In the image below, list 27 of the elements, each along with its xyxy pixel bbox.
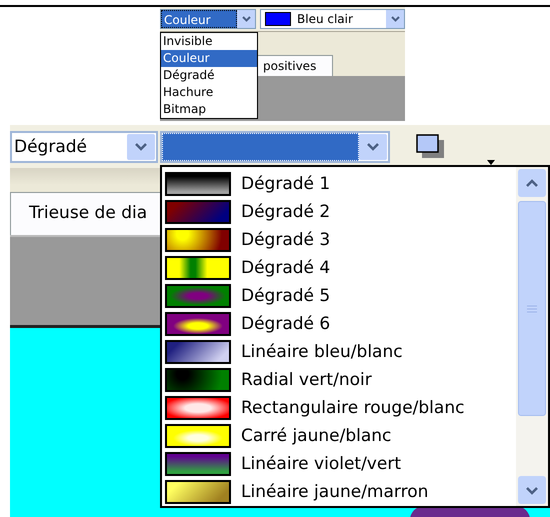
combo-value: Bleu clair [297,12,354,26]
list-item[interactable]: Rectangulaire rouge/blanc [162,394,516,422]
scrollbar[interactable] [516,167,548,506]
list-item[interactable]: Carré jaune/blanc [162,422,516,450]
list-item[interactable]: Dégradé [161,67,257,84]
scroll-down-icon[interactable] [518,476,546,504]
scroll-up-icon[interactable] [518,169,546,197]
fill-type-combo[interactable]: Dégradé [10,130,158,162]
list-item[interactable]: Linéaire jaune/marron [162,478,516,506]
list-item[interactable]: Couleur [161,50,257,67]
list-item[interactable]: Linéaire bleu/blanc [162,338,516,366]
list-item[interactable]: Radial vert/noir [162,366,516,394]
combo-value: Dégradé [13,136,88,156]
combo-value: Couleur [161,10,237,28]
list-item[interactable]: Invisible [161,33,257,50]
gradient-combo[interactable] [160,130,390,162]
list-item[interactable]: Hachure [161,84,257,101]
tab[interactable]: positives [256,55,334,76]
list-item[interactable]: Dégradé 6 [162,310,516,338]
color-combo[interactable]: Bleu clair [260,9,405,29]
shadow-icon[interactable] [416,134,446,160]
scroll-thumb[interactable] [518,201,546,416]
list-item[interactable]: Dégradé 5 [162,282,516,310]
list-item[interactable]: Linéaire violet/vert [162,450,516,478]
list-item[interactable]: Dégradé 4 [162,254,516,282]
fill-type-combo[interactable]: Couleur [160,9,256,29]
list-item[interactable]: Bitmap [161,101,257,118]
